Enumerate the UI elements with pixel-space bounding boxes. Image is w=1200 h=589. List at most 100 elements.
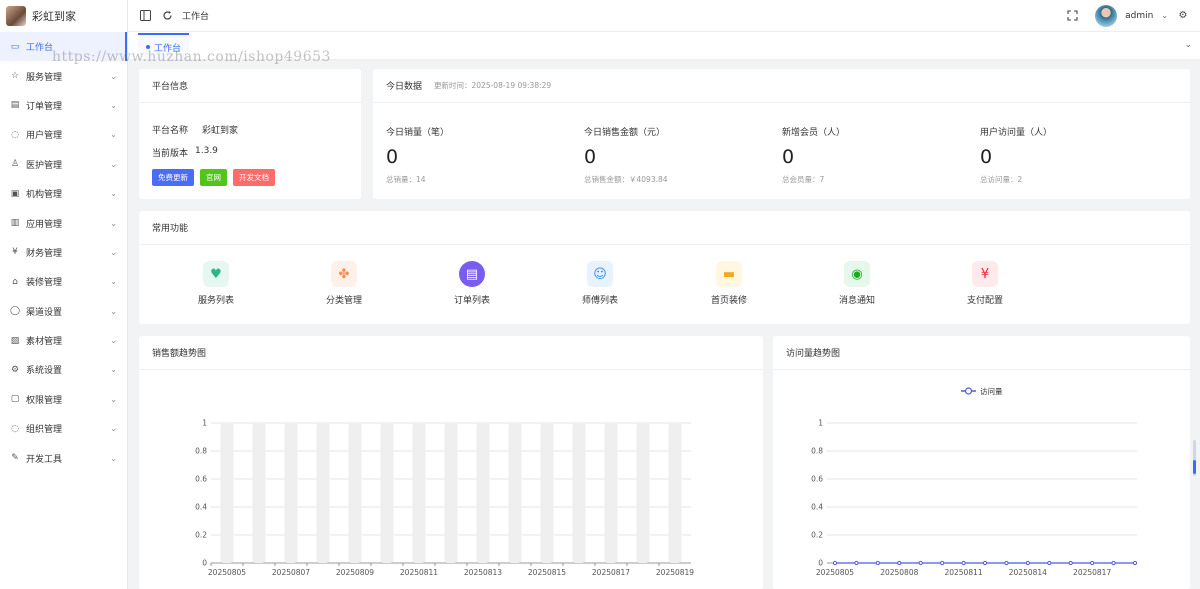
x-tick-label: 20250819	[656, 568, 694, 577]
stat-label: 今日销售金额（元）	[584, 128, 666, 138]
platform-info-card: 平台信息 平台名称 彩虹到家 当前版本 1.3.9 免费更新 官网 开发文档	[139, 69, 361, 199]
platform-button-1[interactable]: 官网	[200, 169, 227, 186]
quick-action-6[interactable]: ¥ 支付配置	[945, 261, 1025, 306]
data-point	[1132, 560, 1138, 566]
watermark: https://www.huzhan.com/ishop49653	[52, 49, 331, 65]
user-avatar[interactable]	[1095, 4, 1118, 27]
data-point	[854, 560, 859, 566]
x-tick-label: 20250805	[816, 568, 854, 577]
x-tick-label: 20250817	[1073, 568, 1111, 577]
quick-action-label: 分类管理	[325, 296, 362, 306]
chevron-down-icon: ⌄	[110, 247, 117, 257]
paint-roller-icon: ▬	[716, 261, 742, 287]
chevron-down-icon: ⌄	[110, 71, 117, 81]
person-icon: ◌	[11, 423, 19, 434]
username[interactable]: admin	[1125, 11, 1153, 21]
sales-trend-card: 销售额趋势图 0 0.2 0.4 0.6 0.8 1 20250805 20250807 202…	[139, 336, 763, 589]
platform-button-2[interactable]: 开发文档	[233, 169, 275, 186]
sidebar-item-12[interactable]: ▢ 权限管理 ⌄	[0, 385, 127, 414]
yen-icon: ¥	[12, 247, 18, 258]
bar-background	[316, 423, 330, 563]
sidebar-item-6[interactable]: ▥ 应用管理 ⌄	[0, 208, 127, 237]
sidebar-item-2[interactable]: ▤ 订单管理 ⌄	[0, 91, 127, 120]
sidebar-item-label: 订单管理	[26, 101, 63, 112]
bar-background	[444, 423, 458, 563]
stat-item-2: 新增会员（人） 0 总会员量：7	[782, 125, 845, 185]
stat-total: 总销售金额：￥4093.84	[584, 175, 668, 184]
sidebar-item-5[interactable]: ▣ 机构管理 ⌄	[0, 179, 127, 208]
sidebar-item-1[interactable]: ☆ 服务管理 ⌄	[0, 61, 127, 90]
quick-action-label: 消息通知	[838, 296, 875, 306]
quick-action-5[interactable]: ◉ 消息通知	[817, 261, 897, 306]
stat-label: 用户访问量（人）	[980, 128, 1053, 138]
data-point	[982, 560, 988, 566]
y-tick-label: 0.4	[811, 503, 823, 512]
sales-trend-chart: 0 0.2 0.4 0.6 0.8 1 20250805 20250807 20250809 20…	[195, 419, 694, 578]
gear-icon[interactable]: ⚙	[1176, 9, 1190, 23]
quick-action-2[interactable]: ▤ 订单列表	[432, 261, 512, 306]
sales-trend-title: 销售额趋势图	[139, 336, 763, 370]
update-time: 更新时间：2025-08-19 09:38:29	[434, 81, 552, 90]
sidebar-item-10[interactable]: ▨ 素材管理 ⌄	[0, 326, 127, 355]
tabs-chevron-down-icon[interactable]: ⌄	[1184, 40, 1192, 50]
sidebar-item-13[interactable]: ◌ 组织管理 ⌄	[0, 414, 127, 443]
chevron-down-icon: ⌄	[110, 100, 117, 110]
collapse-sidebar-icon[interactable]	[138, 9, 152, 23]
wechat-icon: ◉	[844, 261, 870, 287]
visits-trend-chart: 0 0.2 0.4 0.6 0.8 1 访问量 20250805 20250808 2025081…	[811, 386, 1138, 577]
fullscreen-icon[interactable]	[1065, 9, 1079, 23]
legend-label: 访问量	[980, 386, 1003, 396]
platform-name-value: 彩虹到家	[202, 126, 239, 136]
quick-action-label: 师傅列表	[581, 296, 618, 306]
x-tick-label: 20250815	[528, 568, 566, 577]
quick-action-4[interactable]: ▬ 首页装修	[689, 261, 769, 306]
x-tick-label: 20250814	[1009, 568, 1047, 577]
sidebar-item-4[interactable]: ♙ 医护管理 ⌄	[0, 150, 127, 179]
common-functions-title: 常用功能	[139, 211, 1190, 245]
data-point	[1068, 560, 1073, 566]
sidebar-item-14[interactable]: ✎ 开发工具 ⌄	[0, 443, 127, 472]
sidebar-item-9[interactable]: ◯ 渠道设置 ⌄	[0, 297, 127, 326]
today-data-title: 今日数据	[386, 82, 423, 92]
platform-buttons: 免费更新 官网 开发文档	[152, 169, 361, 186]
monitor-icon: ▭	[10, 41, 20, 52]
top-header: 工作台 admin ⌄ ⚙	[128, 0, 1200, 32]
quick-action-label: 支付配置	[966, 296, 1003, 306]
chevron-down-icon[interactable]: ⌄	[1161, 11, 1168, 20]
sidebar-item-7[interactable]: ¥ 财务管理 ⌄	[0, 238, 127, 267]
scrollbar-thumb[interactable]	[1193, 460, 1196, 474]
visits-trend-title: 访问量趋势图	[773, 336, 1190, 370]
bar-background	[572, 423, 586, 563]
y-tick-label: 0.4	[195, 503, 207, 512]
app-name: 彩虹到家	[32, 10, 76, 23]
data-point	[897, 560, 902, 566]
breadcrumb: 工作台	[182, 12, 210, 22]
quick-action-3[interactable]: ☺ 师傅列表	[560, 261, 640, 306]
bar-background	[252, 423, 266, 563]
sidebar-item-label: 装修管理	[26, 278, 63, 289]
y-tick-label: 0.2	[811, 531, 823, 540]
sidebar-item-3[interactable]: ◌ 用户管理 ⌄	[0, 120, 127, 149]
app-logo[interactable]: 彩虹到家	[0, 0, 127, 32]
order-list-icon: ▤	[459, 261, 485, 287]
platform-button-0[interactable]: 免费更新	[152, 169, 194, 186]
refresh-icon[interactable]	[160, 9, 174, 23]
stat-total: 总访问量：2	[980, 175, 1023, 184]
worker-icon: ☺	[587, 261, 613, 287]
page-scrollbar[interactable]	[1193, 440, 1196, 476]
stat-value: 0	[386, 146, 399, 168]
y-tick-label: 1	[202, 419, 207, 428]
quick-action-1[interactable]: ✤ 分类管理	[304, 261, 384, 306]
sidebar-item-label: 用户管理	[26, 131, 63, 142]
chevron-down-icon: ⌄	[110, 424, 117, 434]
quick-action-0[interactable]: ♥ 服务列表	[176, 261, 256, 306]
chevron-down-icon: ⌄	[110, 130, 117, 140]
sidebar-item-11[interactable]: ⚙ 系统设置 ⌄	[0, 355, 127, 384]
lock-icon: ▢	[10, 394, 20, 405]
sidebar-item-label: 开发工具	[26, 454, 63, 465]
sidebar-item-8[interactable]: ⌂ 装修管理 ⌄	[0, 267, 127, 296]
platform-name-label: 平台名称	[152, 126, 189, 136]
data-point	[1090, 560, 1095, 566]
sidebar-item-label: 服务管理	[26, 72, 63, 83]
y-tick-label: 1	[818, 419, 823, 428]
